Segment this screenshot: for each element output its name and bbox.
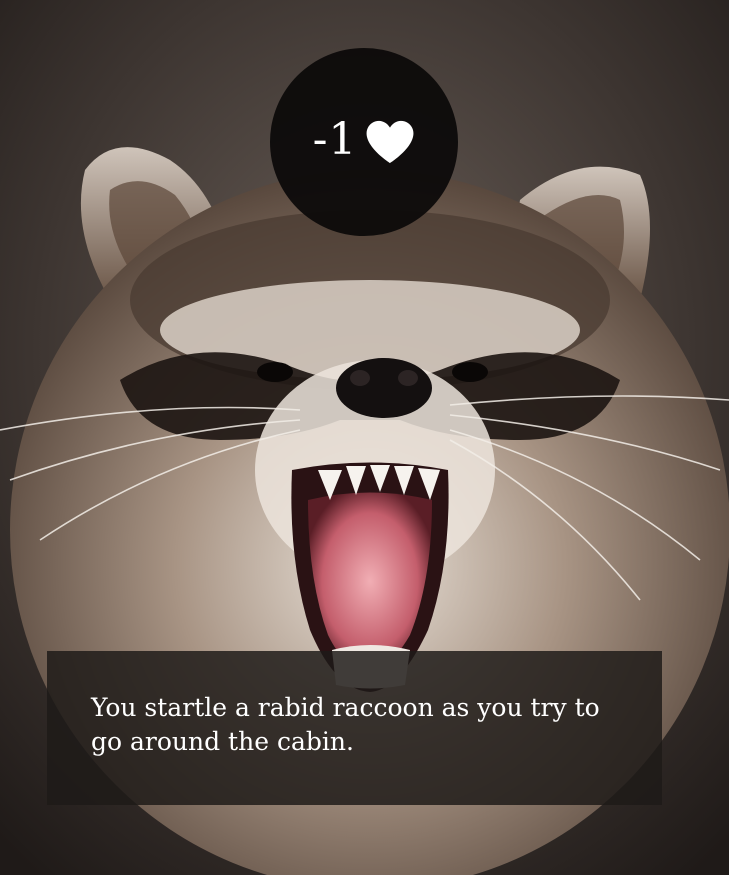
health-change-badge: -1: [270, 48, 458, 236]
story-caption-box: You startle a rabid raccoon as you try t…: [47, 651, 662, 805]
health-change-value: -1: [312, 114, 358, 165]
heart-icon: [367, 120, 414, 164]
story-caption-text: You startle a rabid raccoon as you try t…: [91, 693, 600, 756]
game-scene: -1 You startle a rabid raccoon as you tr…: [0, 0, 729, 875]
